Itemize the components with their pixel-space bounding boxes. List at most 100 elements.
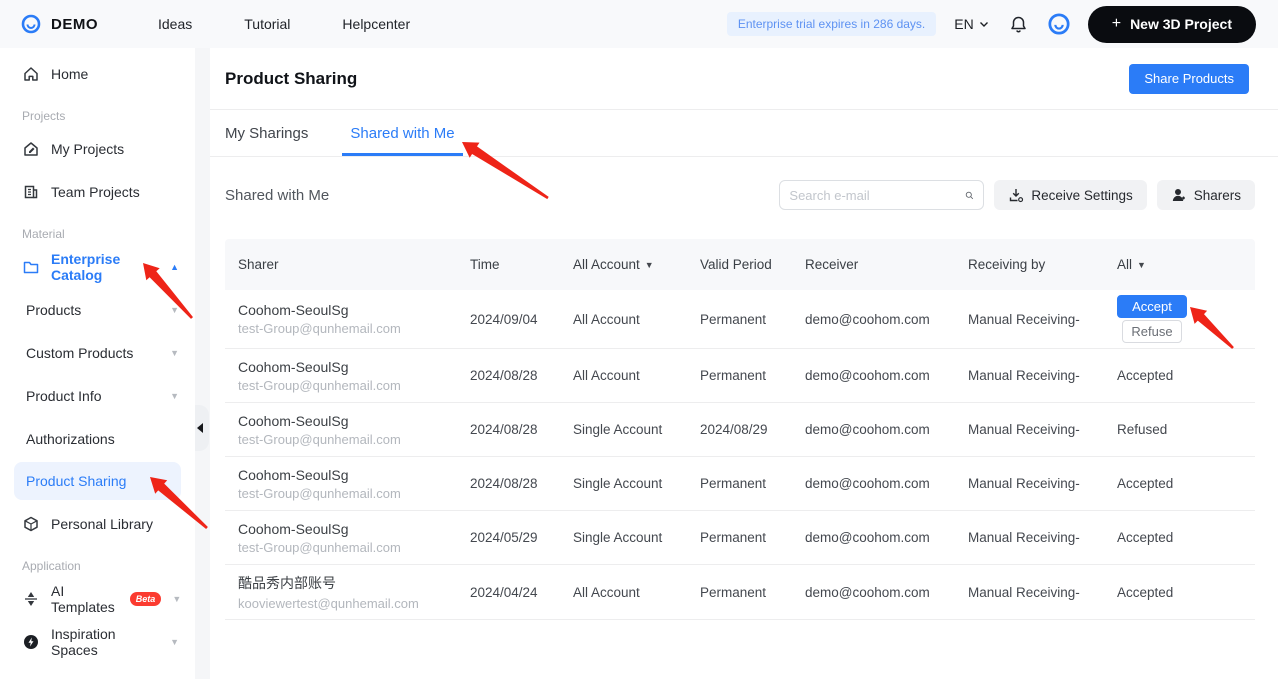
column-header-time: Time bbox=[470, 257, 573, 272]
column-header-sharer: Sharer bbox=[238, 257, 470, 272]
share-products-button[interactable]: Share Products bbox=[1129, 63, 1249, 94]
sharer-cell: Coohom-SeoulSg test-Group@qunhemail.com bbox=[238, 459, 470, 509]
nav-link-tutorial[interactable]: Tutorial bbox=[244, 16, 290, 32]
column-header-all[interactable]: All ▼ bbox=[1117, 257, 1255, 272]
account-cell: Single Account bbox=[573, 422, 663, 437]
new-3d-project-button[interactable]: + New 3D Project bbox=[1087, 5, 1256, 43]
valid-period-cell: Permanent bbox=[700, 584, 767, 600]
search-input[interactable] bbox=[789, 187, 966, 203]
receive-settings-label: Receive Settings bbox=[1031, 187, 1133, 203]
sharer-cell: Coohom-SeoulSg test-Group@qunhemail.com bbox=[238, 351, 470, 401]
sidebar-item-label: AI Templates bbox=[51, 582, 115, 615]
column-label: Time bbox=[470, 257, 500, 272]
valid-period-cell: Permanent bbox=[700, 476, 767, 491]
inspiration-icon bbox=[22, 633, 40, 651]
plus-icon: + bbox=[1111, 15, 1122, 32]
sidebar-item-custom-feeds[interactable]: Custom Feeds bbox=[0, 669, 195, 679]
tab-bar: My Sharings Shared with Me bbox=[210, 110, 1278, 157]
sharer-email: kooviewertest@qunhemail.com bbox=[238, 596, 419, 611]
column-header-receiver: Receiver bbox=[805, 257, 968, 272]
table-row: Coohom-SeoulSg test-Group@qunhemail.com 2… bbox=[225, 349, 1255, 403]
status-cell: Accept Refuse bbox=[1117, 295, 1255, 343]
filter-caret-icon: ▼ bbox=[1137, 259, 1146, 270]
sharer-name: 酷品秀内部账号 bbox=[238, 575, 336, 591]
my-projects-icon bbox=[22, 140, 40, 158]
column-label: Sharer bbox=[238, 257, 279, 272]
coohom-logo-icon bbox=[20, 13, 42, 35]
column-label: All Account bbox=[573, 257, 640, 272]
sidebar-item-products[interactable]: Products ▼ bbox=[0, 288, 195, 331]
search-icon[interactable] bbox=[965, 188, 974, 203]
main-panel: Product Sharing Share Products My Sharin… bbox=[210, 48, 1278, 679]
chevron-up-icon: ▲ bbox=[170, 261, 179, 272]
sidebar-item-personal-library[interactable]: Personal Library bbox=[0, 502, 195, 545]
sidebar-item-inspiration-spaces[interactable]: Inspiration Spaces ▼ bbox=[0, 620, 195, 663]
status-text: Refused bbox=[1117, 422, 1168, 437]
status-text: Accepted bbox=[1117, 476, 1174, 491]
sidebar-item-custom-products[interactable]: Custom Products ▼ bbox=[0, 331, 195, 374]
column-header-receiving-by: Receiving by bbox=[968, 257, 1117, 272]
folder-icon bbox=[22, 258, 40, 276]
chevron-down-icon: ▼ bbox=[172, 593, 182, 604]
column-label: Receiving by bbox=[968, 257, 1046, 272]
sharer-email: test-Group@qunhemail.com bbox=[238, 377, 401, 393]
chevron-down-icon: ▼ bbox=[170, 390, 179, 401]
time-cell: 2024/08/28 bbox=[470, 476, 538, 491]
sidebar-item-label: Product Info bbox=[26, 387, 102, 404]
sidebar-item-team-projects[interactable]: Team Projects bbox=[0, 170, 195, 213]
page-title: Product Sharing bbox=[225, 68, 358, 88]
sidebar-item-ai-templates[interactable]: AI Templates Beta ▼ bbox=[0, 577, 195, 620]
sidebar-item-label: Custom Products bbox=[26, 344, 134, 361]
sidebar-item-enterprise-catalog[interactable]: Enterprise Catalog ▲ bbox=[0, 245, 195, 288]
column-header-all-account[interactable]: All Account ▼ bbox=[573, 257, 700, 272]
account-cell: Single Account bbox=[573, 530, 663, 545]
notification-bell-icon[interactable] bbox=[1008, 13, 1030, 35]
page-header: Product Sharing Share Products bbox=[210, 48, 1278, 110]
sidebar-item-product-info[interactable]: Product Info ▼ bbox=[0, 374, 195, 417]
sidebar-item-label: Enterprise Catalog bbox=[51, 250, 121, 283]
valid-period-cell: Permanent bbox=[700, 311, 767, 327]
top-nav: Ideas Tutorial Helpcenter bbox=[158, 16, 410, 32]
receive-settings-icon bbox=[1010, 189, 1024, 203]
time-cell: 2024/08/28 bbox=[470, 368, 538, 383]
receiver-cell: demo@coohom.com bbox=[805, 422, 930, 437]
account-avatar[interactable] bbox=[1048, 13, 1070, 35]
sidebar-section-material: Material bbox=[22, 227, 65, 241]
column-header-valid-period: Valid Period bbox=[700, 257, 805, 272]
receive-settings-button[interactable]: Receive Settings bbox=[994, 180, 1147, 210]
sharer-name: Coohom-SeoulSg bbox=[238, 466, 349, 483]
sidebar-item-home[interactable]: Home bbox=[0, 52, 195, 95]
accept-button[interactable]: Accept bbox=[1117, 295, 1187, 318]
sidebar-item-authorizations[interactable]: Authorizations bbox=[0, 417, 195, 460]
receiving-by-cell: Manual Receiving- bbox=[968, 311, 1080, 327]
sharer-cell: 酷品秀内部账号 kooviewertest@qunhemail.com bbox=[238, 565, 470, 619]
sidebar-item-my-projects[interactable]: My Projects bbox=[0, 127, 195, 170]
language-selector[interactable]: EN bbox=[954, 16, 989, 32]
sharers-icon bbox=[1172, 189, 1185, 201]
toolbar: Shared with Me Receive Settings Sharers bbox=[210, 163, 1278, 227]
tab-shared-with-me[interactable]: Shared with Me bbox=[342, 110, 463, 156]
sidebar-item-label: Team Projects bbox=[51, 183, 140, 200]
column-label: Receiver bbox=[805, 257, 859, 272]
sharer-cell: Coohom-SeoulSg test-Group@qunhemail.com bbox=[238, 294, 470, 344]
sidebar-collapse-handle[interactable] bbox=[195, 405, 209, 451]
sidebar-item-product-sharing[interactable]: Product Sharing bbox=[14, 462, 181, 500]
nav-link-helpcenter[interactable]: Helpcenter bbox=[342, 16, 410, 32]
chevron-down-icon: ▼ bbox=[170, 304, 179, 315]
status-text: Accepted bbox=[1117, 368, 1174, 383]
valid-period-cell: Permanent bbox=[700, 530, 767, 545]
refuse-button[interactable]: Refuse bbox=[1122, 320, 1182, 343]
receiver-cell: demo@coohom.com bbox=[805, 584, 930, 600]
nav-link-ideas[interactable]: Ideas bbox=[158, 16, 192, 32]
sharers-button[interactable]: Sharers bbox=[1156, 180, 1255, 210]
sharer-cell: Coohom-SeoulSg test-Group@qunhemail.com bbox=[238, 513, 470, 563]
table-row: 酷品秀内部账号 kooviewertest@qunhemail.com 2024/… bbox=[225, 565, 1255, 620]
chevron-down-icon: ▼ bbox=[170, 347, 179, 358]
sidebar-item-label: Inspiration Spaces bbox=[51, 625, 116, 658]
cube-icon bbox=[22, 515, 40, 533]
search-box bbox=[779, 180, 985, 210]
brand[interactable]: DEMO bbox=[0, 13, 120, 35]
tab-my-sharings[interactable]: My Sharings bbox=[225, 110, 308, 156]
valid-period-cell: 2024/08/29 bbox=[700, 422, 768, 437]
sharing-table: Sharer Time All Account ▼ Valid Period Receiv… bbox=[225, 239, 1255, 620]
